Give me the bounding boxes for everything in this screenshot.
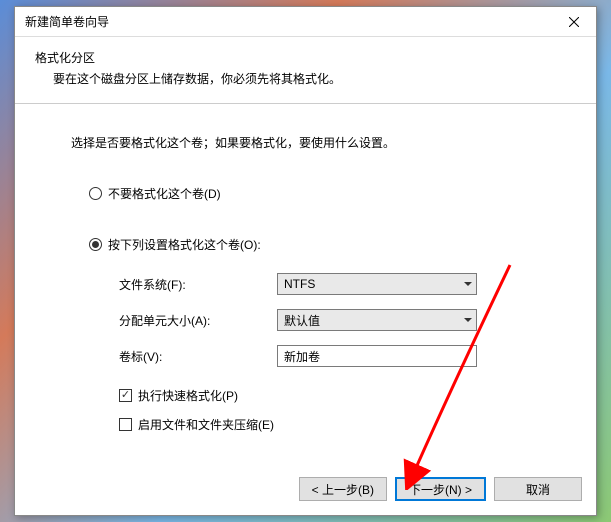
volume-row: 卷标(V): [119,345,546,367]
compression-label: 启用文件和文件夹压缩(E) [138,416,274,433]
cancel-button[interactable]: 取消 [494,477,582,501]
next-button[interactable]: 下一步(N) > [395,477,486,501]
wizard-content: 选择是否要格式化这个卷；如果要格式化，要使用什么设置。 不要格式化这个卷(D) … [15,104,596,465]
radio-icon [89,187,102,200]
radio-no-format-label: 不要格式化这个卷(D) [108,185,221,202]
checkbox-group: 执行快速格式化(P) 启用文件和文件夹压缩(E) [119,387,546,433]
window-title: 新建简单卷向导 [25,13,109,30]
checkbox-icon [119,418,132,431]
filesystem-row: 文件系统(F): NTFS [119,273,546,295]
wizard-header: 格式化分区 要在这个磁盘分区上储存数据，你必须先将其格式化。 [15,37,596,104]
alloc-value: 默认值 [284,312,320,329]
quick-format-label: 执行快速格式化(P) [138,387,238,404]
chevron-down-icon [464,318,472,322]
quick-format-checkbox[interactable]: 执行快速格式化(P) [119,387,546,404]
wizard-dialog: 新建简单卷向导 格式化分区 要在这个磁盘分区上储存数据，你必须先将其格式化。 选… [14,6,597,516]
wizard-footer: < 上一步(B) 下一步(N) > 取消 [15,465,596,515]
alloc-select[interactable]: 默认值 [277,309,477,331]
alloc-label: 分配单元大小(A): [119,312,277,329]
radio-no-format[interactable]: 不要格式化这个卷(D) [89,185,546,202]
radio-format[interactable]: 按下列设置格式化这个卷(O): [89,236,546,253]
header-desc: 要在这个磁盘分区上储存数据，你必须先将其格式化。 [35,70,576,87]
back-button[interactable]: < 上一步(B) [299,477,387,501]
radio-group: 不要格式化这个卷(D) 按下列设置格式化这个卷(O): 文件系统(F): NTF… [89,185,546,433]
volume-label: 卷标(V): [119,348,277,365]
format-options: 文件系统(F): NTFS 分配单元大小(A): 默认值 卷标(V): [119,273,546,367]
instruction-text: 选择是否要格式化这个卷；如果要格式化，要使用什么设置。 [71,134,546,151]
close-icon [569,17,579,27]
compression-checkbox[interactable]: 启用文件和文件夹压缩(E) [119,416,546,433]
header-title: 格式化分区 [35,49,576,66]
alloc-row: 分配单元大小(A): 默认值 [119,309,546,331]
checkbox-icon [119,389,132,402]
chevron-down-icon [464,282,472,286]
filesystem-value: NTFS [284,277,315,291]
volume-input[interactable] [277,345,477,367]
filesystem-select[interactable]: NTFS [277,273,477,295]
titlebar: 新建简单卷向导 [15,7,596,37]
radio-format-label: 按下列设置格式化这个卷(O): [108,236,261,253]
radio-icon [89,238,102,251]
filesystem-label: 文件系统(F): [119,276,277,293]
close-button[interactable] [551,7,596,37]
